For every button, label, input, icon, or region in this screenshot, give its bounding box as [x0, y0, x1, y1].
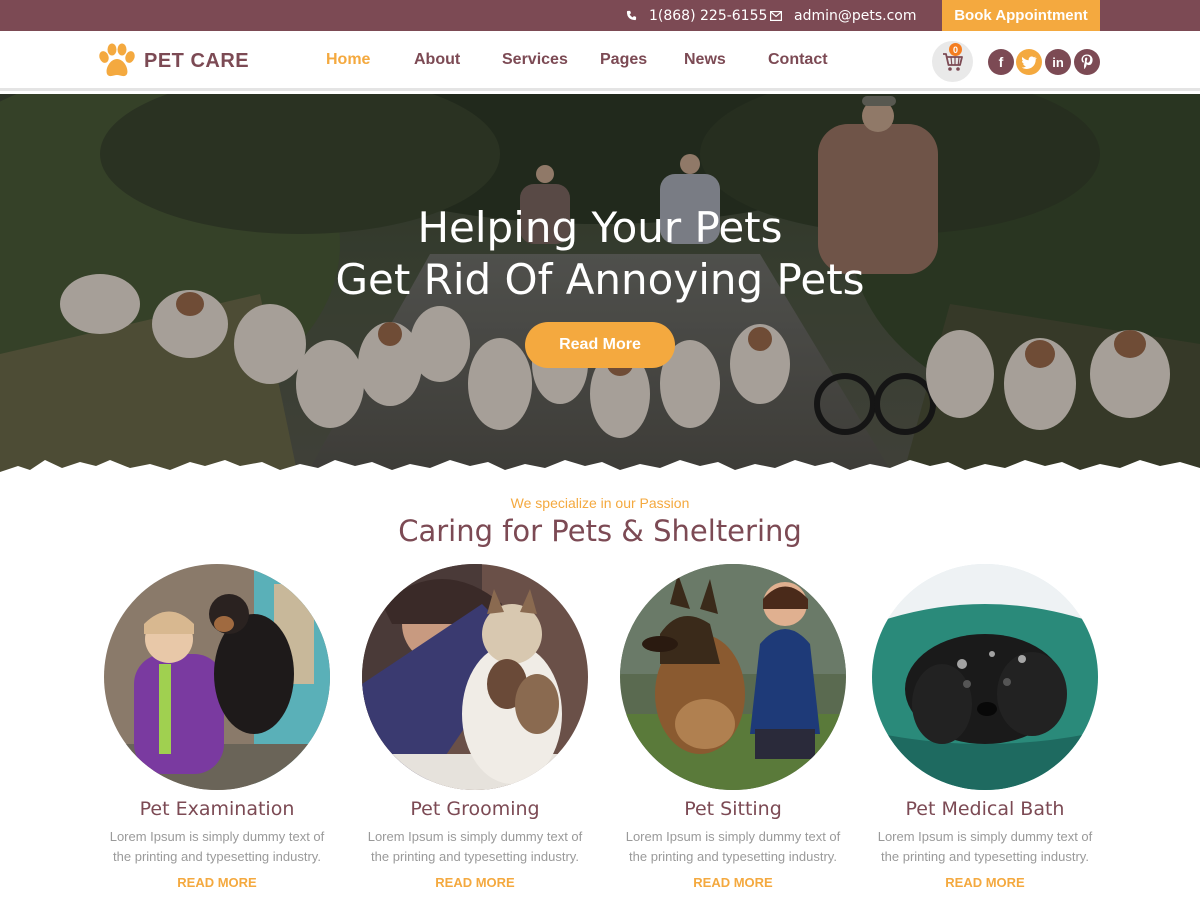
service-card-medical-bath: Pet Medical Bath Lorem Ipsum is simply d…: [872, 564, 1122, 900]
facebook-link[interactable]: f: [988, 49, 1014, 75]
pinterest-link[interactable]: [1074, 49, 1100, 75]
phone-icon: [626, 10, 637, 21]
card-desc-line2: the printing and typesetting industry.: [629, 849, 837, 864]
pet-sitting-image[interactable]: [620, 564, 846, 790]
card-description: Lorem Ipsum is simply dummy text of the …: [104, 827, 330, 867]
cart-count-badge: 0: [949, 43, 962, 56]
pinterest-icon: [1081, 54, 1093, 69]
card-title: Pet Grooming: [410, 798, 540, 820]
hero-title-line1: Helping Your Pets: [417, 203, 783, 252]
section-subheading: We specialize in our Passion: [510, 495, 690, 511]
nav-home[interactable]: Home: [326, 51, 370, 69]
nav-about[interactable]: About: [414, 51, 460, 69]
card-title: Pet Examination: [139, 798, 295, 820]
logo-text: PET CARE: [144, 49, 250, 72]
facebook-icon: f: [998, 54, 1004, 70]
paw-icon: [99, 43, 135, 77]
linkedin-link[interactable]: in: [1045, 49, 1071, 75]
top-bar: 1(868) 225-6155 admin@pets.com Book Appo…: [0, 0, 1200, 31]
pet-grooming-image[interactable]: [362, 564, 588, 790]
email-address: admin@pets.com: [794, 7, 917, 24]
phone-number: 1(868) 225-6155: [649, 7, 768, 24]
card-desc-line1: Lorem Ipsum is simply dummy text of: [625, 829, 841, 844]
mail-icon: [770, 10, 782, 21]
pet-examination-image[interactable]: [104, 564, 330, 790]
card-description: Lorem Ipsum is simply dummy text of the …: [362, 827, 588, 867]
card-read-more-link[interactable]: READ MORE: [620, 875, 846, 890]
nav-pages[interactable]: Pages: [600, 51, 647, 69]
service-card-grooming: Pet Grooming Lorem Ipsum is simply dummy…: [362, 564, 612, 900]
card-desc-line2: the printing and typesetting industry.: [113, 849, 321, 864]
service-card-sitting: Pet Sitting Lorem Ipsum is simply dummy …: [620, 564, 870, 900]
hero-read-more-button[interactable]: Read More: [525, 322, 675, 368]
hero-banner: Helping Your Pets Get Rid Of Annoying Pe…: [0, 94, 1200, 486]
pet-medical-bath-image[interactable]: [872, 564, 1098, 790]
card-desc-line2: the printing and typesetting industry.: [371, 849, 579, 864]
card-read-more-link[interactable]: READ MORE: [872, 875, 1098, 890]
card-description: Lorem Ipsum is simply dummy text of the …: [872, 827, 1098, 867]
phone-contact[interactable]: 1(868) 225-6155: [626, 0, 767, 31]
card-read-more-link[interactable]: READ MORE: [362, 875, 588, 890]
card-read-more-link[interactable]: READ MORE: [104, 875, 330, 890]
cart-button[interactable]: 0: [932, 41, 973, 82]
hero-title-line2: Get Rid Of Annoying Pets: [335, 255, 865, 304]
card-desc-line1: Lorem Ipsum is simply dummy text of: [877, 829, 1093, 844]
service-card-examination: Pet Examination Lorem Ipsum is simply du…: [104, 564, 354, 900]
nav-contact[interactable]: Contact: [768, 51, 828, 69]
card-title: Pet Medical Bath: [905, 798, 1065, 820]
card-desc-line1: Lorem Ipsum is simply dummy text of: [367, 829, 583, 844]
linkedin-icon: in: [1052, 54, 1064, 70]
section-heading: Caring for Pets & Sheltering: [398, 514, 802, 548]
card-description: Lorem Ipsum is simply dummy text of the …: [620, 827, 846, 867]
card-title: Pet Sitting: [684, 798, 782, 820]
book-appointment-button[interactable]: Book Appointment: [942, 0, 1100, 31]
main-header: PET CARE Home About Services Pages News …: [0, 31, 1200, 91]
twitter-link[interactable]: [1016, 49, 1042, 75]
card-desc-line1: Lorem Ipsum is simply dummy text of: [109, 829, 325, 844]
card-desc-line2: the printing and typesetting industry.: [881, 849, 1089, 864]
nav-news[interactable]: News: [684, 51, 726, 69]
site-logo[interactable]: PET CARE: [98, 43, 249, 79]
email-contact[interactable]: admin@pets.com: [770, 0, 917, 31]
twitter-icon: [1021, 55, 1036, 69]
nav-services[interactable]: Services: [502, 51, 568, 69]
